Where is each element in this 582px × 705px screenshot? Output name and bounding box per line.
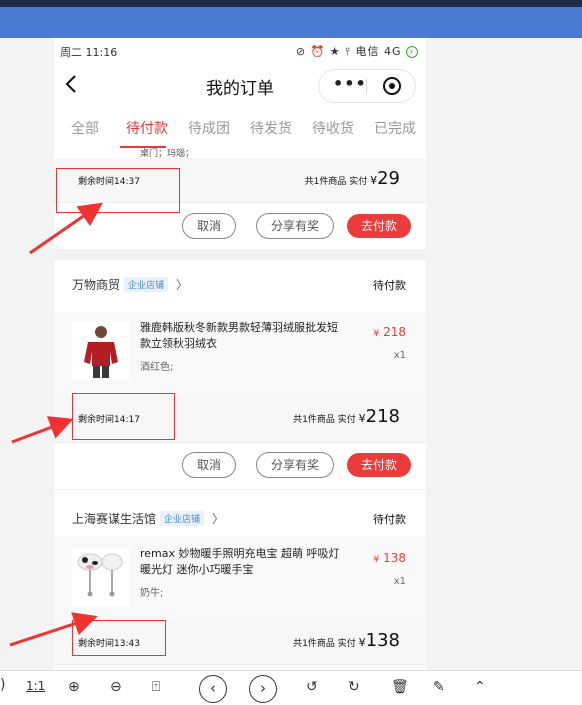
edge-icon[interactable]: ) (0, 677, 5, 693)
annotation-arrow (29, 202, 103, 255)
annotation-arrow (11, 416, 74, 444)
zoom-in-icon[interactable]: ⊕ (68, 679, 80, 695)
rotate-left-icon[interactable]: ↺ (306, 679, 318, 695)
rotate-right-icon[interactable]: ↻ (348, 679, 360, 695)
present-icon[interactable]: ⍐ (152, 679, 160, 695)
more-options-icon[interactable]: ⌃ (474, 679, 486, 695)
edit-icon[interactable]: ✎ (433, 679, 445, 695)
next-icon[interactable]: › (249, 675, 277, 703)
actual-size-button[interactable]: 1:1 (26, 679, 45, 693)
zoom-out-icon[interactable]: ⊖ (110, 679, 122, 695)
previous-icon[interactable]: ‹ (199, 675, 227, 703)
delete-icon[interactable]: 🗑 (391, 679, 409, 695)
viewer-toolbar: ) 1:1 ⊕ ⊖ ⍐ ‹ › ↺ ↻ 🗑 ✎ ⌃ (0, 670, 582, 705)
annotation-arrow (9, 612, 98, 647)
annotation-arrows (9, 202, 103, 647)
